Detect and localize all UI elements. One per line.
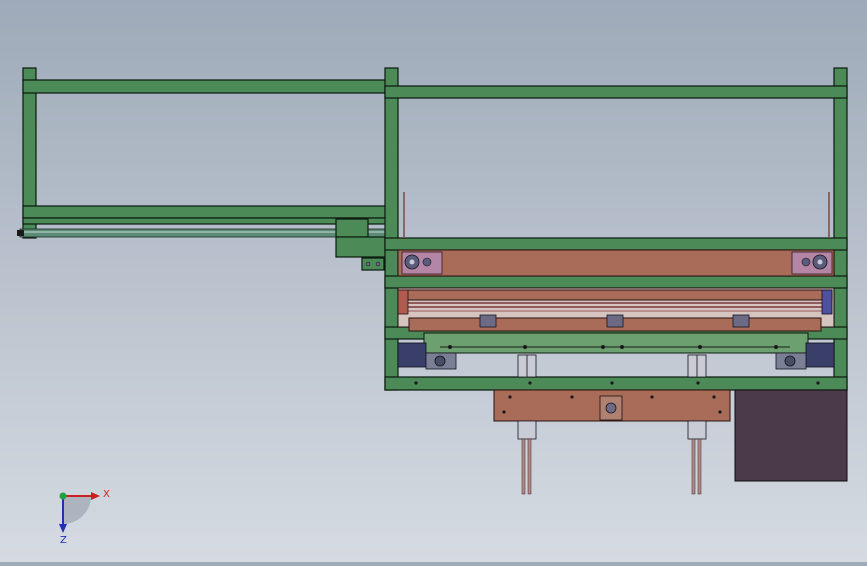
- upper-conveyor: [397, 249, 835, 277]
- roller-top: [399, 289, 833, 301]
- left-lower-beam: [22, 205, 387, 219]
- roller-section: [397, 287, 835, 332]
- left-base-strip: [22, 217, 387, 225]
- cad-viewport[interactable]: X Z: [0, 0, 867, 562]
- base-mounting-plate: [493, 389, 731, 422]
- left-extension-frame: [22, 67, 387, 239]
- lift-plate: [423, 332, 809, 354]
- right-motor-block: [805, 342, 835, 368]
- x-axis-label: X: [103, 489, 110, 500]
- left-top-beam: [22, 79, 387, 94]
- coupler-icon: [605, 402, 617, 414]
- machine-front-view: X Z: [17, 67, 848, 546]
- axis-triad[interactable]: X Z: [59, 489, 110, 546]
- z-axis-label: Z: [60, 535, 67, 546]
- main-bottom-beam: [384, 376, 848, 391]
- main-right-post: [833, 67, 848, 391]
- right-rod-b: [697, 438, 702, 495]
- guide-rod-body: [19, 228, 387, 238]
- main-top-beam: [384, 85, 848, 99]
- y-axis-icon: [59, 492, 67, 500]
- carriage-block-upper: [335, 218, 369, 238]
- rod-end-cap: [17, 230, 24, 236]
- right-gear-icon: [784, 355, 796, 367]
- clamp-block: [732, 314, 750, 328]
- main-mid-beam-1: [384, 237, 848, 251]
- x-arrow-icon: [91, 492, 100, 500]
- left-roller-end: [397, 289, 409, 315]
- main-left-post: [384, 67, 399, 391]
- right-rod-a: [691, 438, 696, 495]
- upper-belt-plate: [397, 249, 835, 277]
- left-rod-b: [527, 438, 532, 495]
- right-roller-end: [821, 289, 833, 315]
- z-arrow-icon: [59, 524, 67, 533]
- left-rod-a: [521, 438, 526, 495]
- triad-shadow: [63, 496, 91, 524]
- carriage-block-lower: [335, 236, 387, 258]
- left-gear-icon: [434, 355, 446, 367]
- lower-guide-rods: [517, 420, 707, 495]
- clamp-block: [606, 314, 624, 328]
- carriage-bracket: [361, 257, 385, 271]
- guide-rod: [17, 228, 387, 238]
- clamp-block: [479, 314, 497, 328]
- carriage-assembly: [335, 218, 387, 271]
- left-motor-block: [397, 342, 427, 368]
- main-mid-beam-2: [384, 275, 848, 289]
- motor-housing: [734, 389, 848, 482]
- lift-section: [397, 332, 835, 378]
